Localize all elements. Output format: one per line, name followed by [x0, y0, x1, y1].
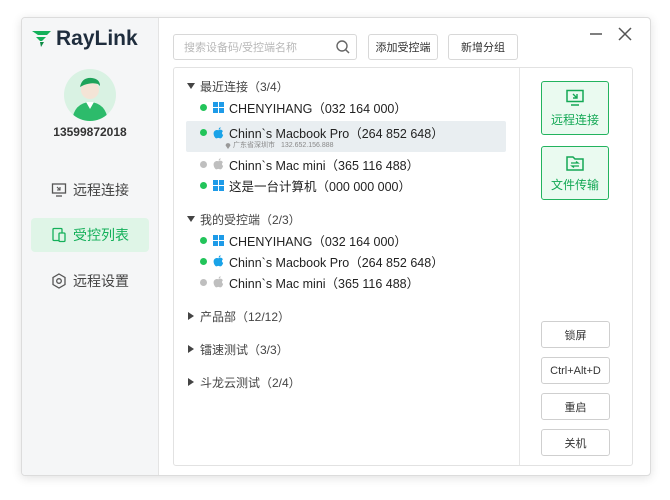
- sidebar-item-label: 远程连接: [73, 182, 129, 198]
- location-pin-icon: [225, 142, 231, 149]
- ctrl-alt-del-button[interactable]: Ctrl+Alt+D: [541, 357, 610, 384]
- collapse-icon: [188, 312, 194, 320]
- device-location: 广东省深圳市 132.652.156.888: [225, 140, 334, 150]
- sidebar: RayLink 13599872018 远程连接 受控列表 远程设置: [22, 18, 159, 475]
- add-controlled-button[interactable]: 添加受控端: [368, 34, 438, 60]
- collapse-icon: [188, 345, 194, 353]
- online-status-dot: [200, 236, 207, 244]
- group-raysync-test[interactable]: 镭速测试（3/3）: [187, 340, 289, 358]
- device-item[interactable]: Chinn`s Macbook Pro（264 852 648）: [186, 251, 506, 271]
- new-group-button[interactable]: 新增分组: [448, 34, 518, 60]
- apple-icon: [212, 255, 224, 267]
- raylink-logo: RayLink: [32, 26, 138, 52]
- sidebar-item-controlled-list[interactable]: 受控列表: [31, 218, 149, 252]
- device-item[interactable]: Chinn`s Mac mini（365 116 488）: [186, 154, 506, 174]
- close-icon: [618, 27, 632, 41]
- device-item[interactable]: CHENYIHANG（032 164 000）: [186, 230, 506, 250]
- device-list-icon: [51, 227, 67, 243]
- settings-icon: [51, 273, 67, 289]
- monitor-icon: [51, 182, 67, 198]
- windows-icon: [212, 234, 224, 246]
- raylink-logo-icon: [32, 31, 51, 47]
- lock-screen-button[interactable]: 锁屏: [541, 321, 610, 348]
- device-item[interactable]: 这是一台计算机（000 000 000）: [186, 175, 506, 195]
- minimize-button[interactable]: [586, 24, 606, 44]
- offline-status-dot: [200, 278, 207, 286]
- group-title: 斗龙云测试（2/4）: [200, 375, 301, 390]
- user-phone: 13599872018: [53, 125, 127, 139]
- device-item[interactable]: CHENYIHANG（032 164 000）: [186, 97, 506, 117]
- device-name: Chinn`s Mac mini（365 116 488）: [229, 276, 420, 291]
- remote-desktop-icon: [566, 89, 584, 106]
- device-name: Chinn`s Mac mini（365 116 488）: [229, 158, 420, 173]
- search-input[interactable]: [182, 36, 336, 60]
- apple-icon: [212, 126, 224, 139]
- sidebar-item-label: 受控列表: [73, 227, 129, 243]
- sidebar-item-label: 远程设置: [73, 273, 129, 289]
- remote-connect-label: 远程连接: [550, 113, 599, 127]
- shutdown-button[interactable]: 关机: [541, 429, 610, 456]
- logo-text: RayLink: [56, 27, 138, 50]
- group-title: 镭速测试（3/3）: [200, 342, 289, 357]
- apple-icon: [212, 158, 224, 170]
- search-icon[interactable]: [335, 39, 351, 55]
- group-my-controlled[interactable]: 我的受控端（2/3）: [187, 210, 301, 228]
- online-status-dot: [200, 129, 207, 136]
- file-transfer-button[interactable]: 文件传输: [541, 146, 609, 200]
- restart-button[interactable]: 重启: [541, 393, 610, 420]
- file-transfer-label: 文件传输: [550, 178, 599, 192]
- expand-icon: [187, 83, 195, 89]
- remote-connect-button[interactable]: 远程连接: [541, 81, 609, 135]
- app-window: RayLink 13599872018 远程连接 受控列表 远程设置 搜索设备码…: [21, 17, 651, 476]
- device-name: Chinn`s Macbook Pro（264 852 648）: [229, 255, 444, 270]
- location-text: 广东省深圳市: [233, 142, 275, 149]
- group-title: 最近连接（3/4）: [200, 79, 289, 94]
- device-name: CHENYIHANG（032 164 000）: [229, 101, 407, 116]
- windows-icon: [212, 179, 224, 191]
- panel-divider: [519, 68, 520, 465]
- device-name: CHENYIHANG（032 164 000）: [229, 234, 407, 249]
- group-product-dept[interactable]: 产品部（12/12）: [187, 307, 290, 325]
- search-box: [173, 34, 357, 60]
- device-name: 这是一台计算机（000 000 000）: [229, 179, 412, 194]
- group-title: 产品部（12/12）: [200, 309, 291, 324]
- sidebar-item-remote-settings[interactable]: 远程设置: [31, 264, 149, 298]
- group-doulong-cloud-test[interactable]: 斗龙云测试（2/4）: [187, 373, 301, 391]
- windows-icon: [212, 101, 224, 113]
- avatar[interactable]: [64, 69, 116, 121]
- device-item-selected[interactable]: Chinn`s Macbook Pro（264 852 648） 广东省深圳市 …: [186, 121, 506, 152]
- close-button[interactable]: [615, 24, 635, 44]
- online-status-dot: [200, 181, 207, 189]
- apple-icon: [212, 276, 224, 288]
- online-status-dot: [200, 257, 207, 265]
- minimize-icon: [590, 33, 602, 35]
- group-recent[interactable]: 最近连接（3/4）: [187, 77, 289, 95]
- sidebar-item-remote-connect[interactable]: 远程连接: [31, 173, 149, 207]
- device-panel: 最近连接（3/4） CHENYIHANG（032 164 000） Chinn`…: [173, 67, 633, 466]
- offline-status-dot: [200, 160, 207, 168]
- online-status-dot: [200, 103, 207, 111]
- collapse-icon: [188, 378, 194, 386]
- group-title: 我的受控端（2/3）: [200, 212, 301, 227]
- folder-transfer-icon: [566, 156, 584, 171]
- expand-icon: [187, 216, 195, 222]
- device-item[interactable]: Chinn`s Mac mini（365 116 488）: [186, 272, 506, 292]
- device-ip: 132.652.156.888: [281, 141, 334, 149]
